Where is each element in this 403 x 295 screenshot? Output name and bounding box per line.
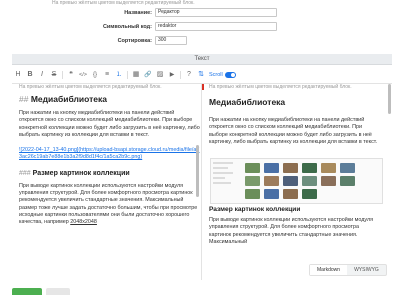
screenshot-thumbnail bbox=[340, 176, 355, 186]
screenshot-thumbnail bbox=[302, 189, 317, 199]
screenshot-thumbnail bbox=[264, 189, 279, 199]
sort-row: Сортировка: 300 bbox=[52, 36, 187, 45]
tab-wysiwyg[interactable]: WYSIWYG bbox=[347, 265, 386, 275]
screenshot-thumbnail bbox=[340, 163, 355, 173]
editor-subheading: ### Размер картинок коллекции bbox=[19, 169, 130, 177]
scroll-sync-icon[interactable]: ⇅ bbox=[195, 67, 207, 83]
help-icon[interactable]: ? bbox=[183, 67, 195, 83]
screenshot-thumbnail bbox=[245, 176, 260, 186]
name-row: Название: Редактор bbox=[52, 8, 277, 17]
bold-icon[interactable]: B bbox=[24, 67, 36, 83]
name-input[interactable]: Редактор bbox=[155, 8, 277, 17]
screenshot-thumbnail bbox=[321, 176, 336, 186]
screenshot-thumbnail bbox=[245, 163, 260, 173]
preview-hint: На превью жёлтым цветом выделяется редак… bbox=[209, 84, 352, 90]
screenshot-thumbnail bbox=[283, 189, 298, 199]
screenshot-thumbnail bbox=[264, 163, 279, 173]
video-icon[interactable]: ▶ bbox=[166, 67, 178, 83]
table-icon[interactable]: ▦ bbox=[130, 67, 142, 83]
preview-scrollbar[interactable] bbox=[388, 84, 391, 114]
scroll-label: Scroll bbox=[209, 72, 223, 78]
screenshot-thumbnail bbox=[302, 176, 317, 186]
heading-icon[interactable]: H bbox=[12, 67, 24, 83]
sort-label: Сортировка: bbox=[117, 37, 152, 44]
editor-preview-divider bbox=[201, 84, 202, 280]
editor-hint: На превью жёлтым цветом выделяется редак… bbox=[19, 84, 162, 90]
screenshot-thumbnail bbox=[245, 189, 260, 199]
editor-paragraph-2: При выводе картинок коллекции используют… bbox=[19, 182, 198, 226]
screenshot-sidebar bbox=[213, 162, 238, 199]
toolbar-divider bbox=[180, 71, 181, 79]
tab-markdown[interactable]: Markdown bbox=[310, 265, 348, 275]
toolbar-divider bbox=[62, 71, 63, 79]
markdown-editor[interactable]: На превью жёлтым цветом выделяется редак… bbox=[12, 84, 200, 280]
code-block-icon[interactable]: {} bbox=[89, 67, 101, 83]
editor-heading: ## Медиабиблиотека bbox=[19, 94, 107, 104]
preview-screenshot-image bbox=[210, 158, 383, 204]
screenshot-thumbnail bbox=[283, 163, 298, 173]
code-row: Символьный код: redaktor bbox=[52, 22, 277, 31]
code-label: Символьный код: bbox=[102, 23, 152, 30]
screenshot-thumbnail bbox=[302, 163, 317, 173]
toolbar-divider bbox=[127, 71, 128, 79]
link-icon[interactable]: 🔗 bbox=[142, 67, 154, 83]
preview-subheading: Размер картинок коллекции bbox=[209, 206, 301, 214]
screenshot-thumbnail bbox=[321, 163, 336, 173]
scroll-sync-toggle[interactable] bbox=[224, 72, 236, 78]
preview-paragraph-2: При выводе картинок коллекции используют… bbox=[209, 217, 374, 246]
section-title: Текст bbox=[12, 54, 392, 65]
preview-heading: Медиабиблиотека bbox=[209, 97, 286, 107]
image-icon[interactable]: ▨ bbox=[154, 67, 166, 83]
editor-scrollbar[interactable] bbox=[196, 145, 199, 197]
top-hint-left: На превью жёлтым цветом выделяется редак… bbox=[52, 0, 195, 6]
italic-icon[interactable]: I bbox=[36, 67, 48, 83]
code-icon[interactable]: </> bbox=[77, 67, 89, 83]
editor-toolbar: H B I S ❝ </> {} ≡ ⒈ ▦ 🔗 ▨ ▶ ? ⇅ Scroll bbox=[12, 67, 392, 84]
name-label: Название: bbox=[124, 9, 152, 16]
ordered-list-icon[interactable]: ⒈ bbox=[113, 67, 125, 83]
editor-image-link[interactable]: ![2022-04-17_13-40.png](https://upload-b… bbox=[19, 147, 200, 162]
code-input[interactable]: redaktor bbox=[155, 22, 277, 31]
strikethrough-icon[interactable]: S bbox=[48, 67, 60, 83]
editor-mode-tabs: Markdown WYSIWYG bbox=[309, 264, 387, 276]
sort-input[interactable]: 300 bbox=[155, 36, 187, 45]
editor-paragraph-1: При нажатии на кнопку медиабиблиотеки на… bbox=[19, 110, 200, 138]
screenshot-thumbnail bbox=[264, 176, 279, 186]
preview-paragraph-1: При нажатии на кнопку медиабиблиотеки на… bbox=[209, 117, 378, 145]
screenshot-thumbnail bbox=[283, 176, 298, 186]
quote-icon[interactable]: ❝ bbox=[65, 67, 77, 83]
unordered-list-icon[interactable]: ≡ bbox=[101, 67, 113, 83]
